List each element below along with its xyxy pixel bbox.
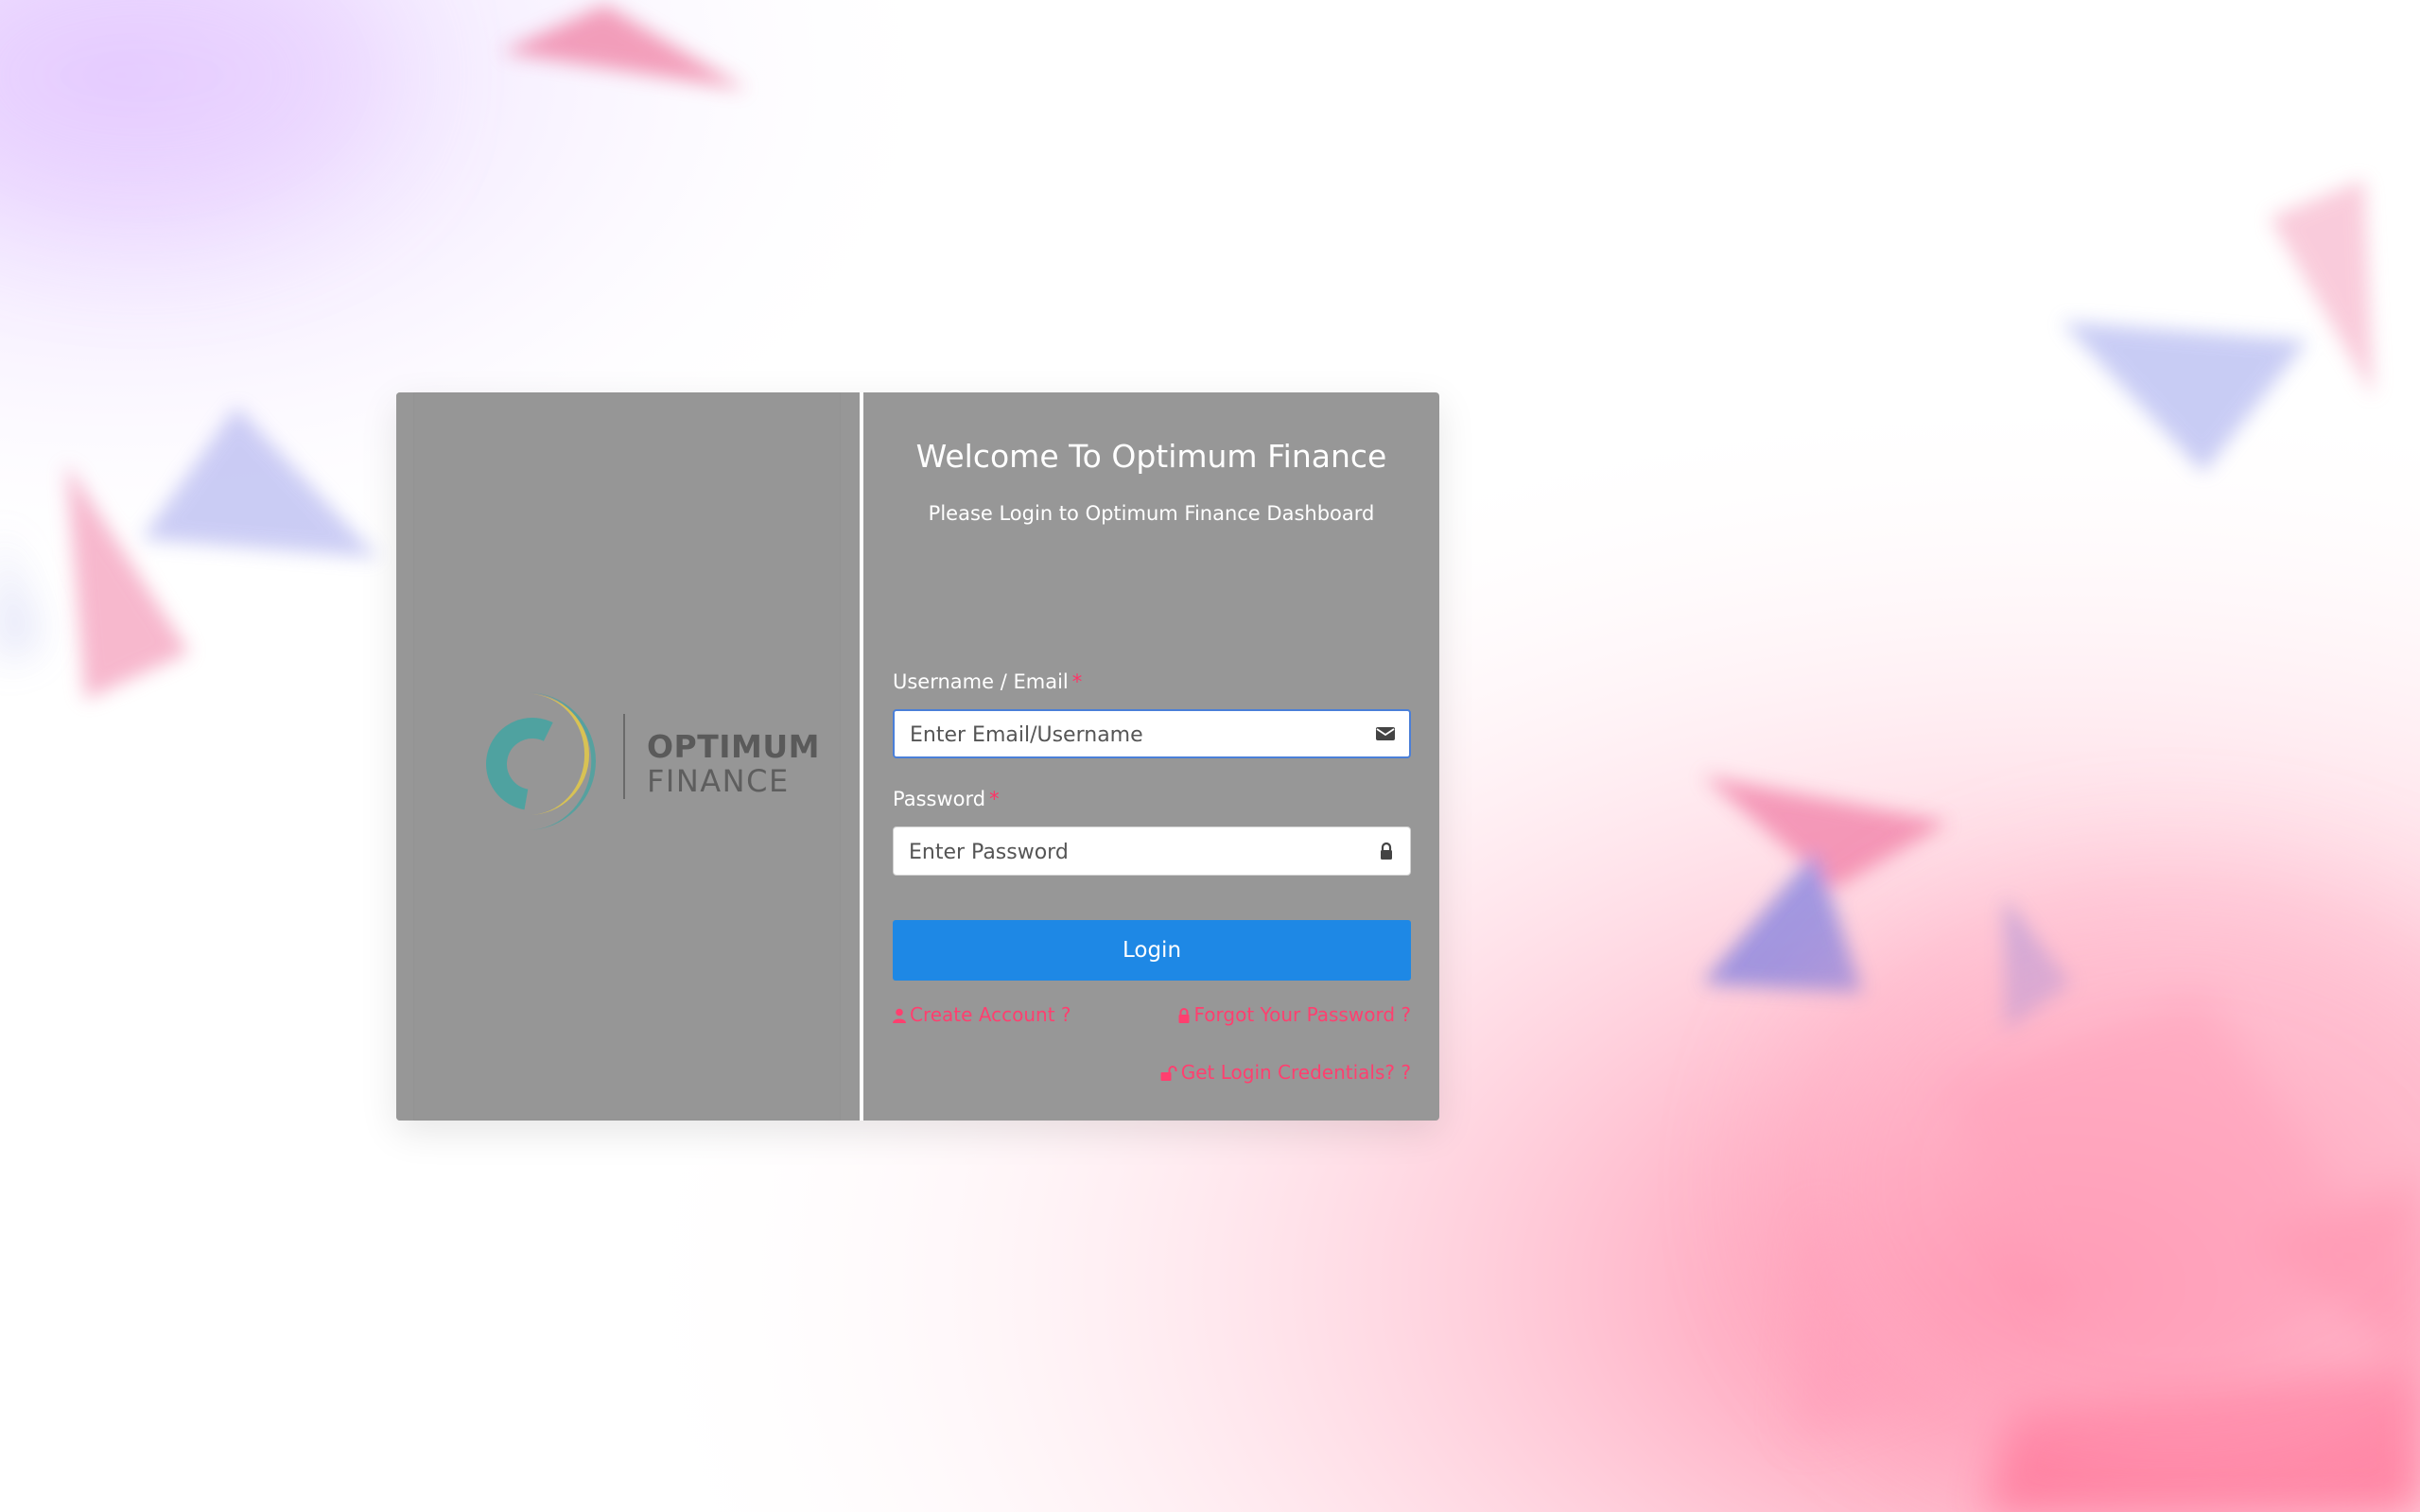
logo-line2: FINANCE <box>647 763 790 799</box>
page-subtitle: Please Login to Optimum Finance Dashboar… <box>928 502 1375 525</box>
password-label: Password * <box>893 788 1000 810</box>
username-input[interactable] <box>908 711 1356 758</box>
get-credentials-text: Get Login Credentials? ? <box>1180 1061 1411 1084</box>
logo-separator <box>623 714 625 799</box>
username-field[interactable] <box>893 709 1411 758</box>
username-label-text: Username / Email <box>893 670 1069 693</box>
login-panel: Welcome To Optimum Finance Please Login … <box>863 392 1439 1121</box>
create-account-text: Create Account ? <box>910 1003 1071 1026</box>
lock-icon <box>1178 1008 1190 1023</box>
login-card: OPTIMUM FINANCE Welcome To Optimum Finan… <box>396 392 1439 1121</box>
forgot-password-link[interactable]: Forgot Your Password ? <box>1177 1003 1411 1026</box>
unlock-icon <box>1160 1066 1177 1081</box>
logo-line1: OPTIMUM <box>647 728 821 765</box>
envelope-icon <box>1376 727 1395 740</box>
required-marker: * <box>989 788 1000 810</box>
forgot-password-text: Forgot Your Password ? <box>1193 1003 1411 1026</box>
password-field[interactable] <box>893 826 1411 877</box>
brand-panel: OPTIMUM FINANCE <box>396 392 860 1121</box>
password-label-text: Password <box>893 788 986 810</box>
username-label: Username / Email * <box>893 670 1082 693</box>
password-input[interactable] <box>907 827 1355 877</box>
required-marker: * <box>1071 670 1083 693</box>
page-title: Welcome To Optimum Finance <box>915 438 1387 475</box>
login-button[interactable]: Login <box>893 920 1411 981</box>
get-credentials-link[interactable]: Get Login Credentials? ? <box>1160 1061 1411 1084</box>
user-icon <box>893 1008 906 1023</box>
logo-wordmark: OPTIMUM FINANCE <box>647 731 836 796</box>
lock-icon <box>1381 842 1392 860</box>
create-account-link[interactable]: Create Account ? <box>893 1003 1071 1026</box>
